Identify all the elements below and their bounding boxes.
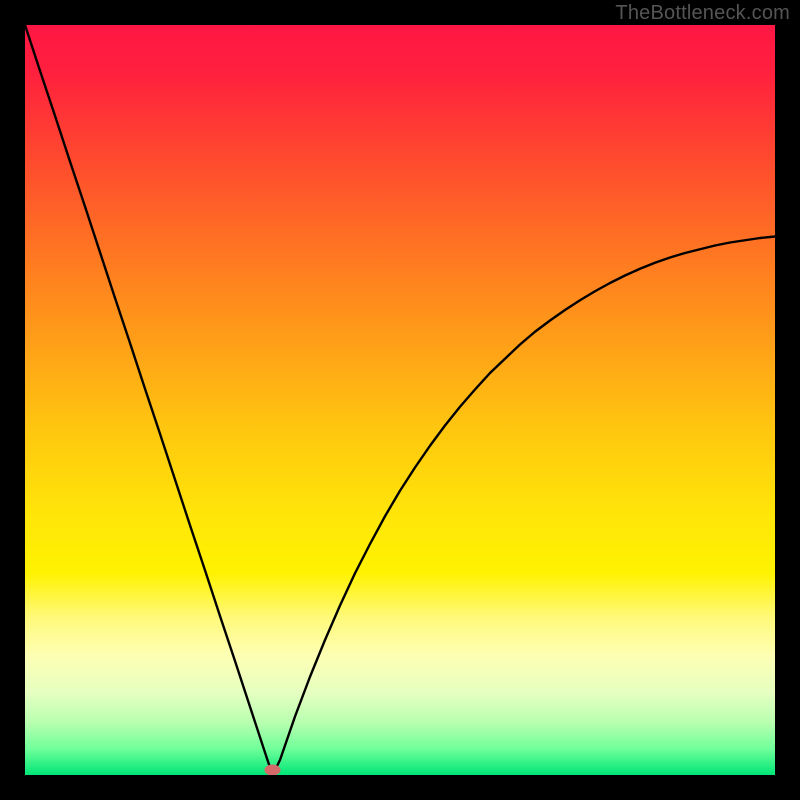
plot-area xyxy=(25,25,775,775)
optimal-point-marker xyxy=(265,765,281,776)
chart-frame: TheBottleneck.com xyxy=(0,0,800,800)
watermark-label: TheBottleneck.com xyxy=(615,2,790,25)
bottleneck-chart xyxy=(25,25,775,775)
gradient-background xyxy=(25,25,775,775)
